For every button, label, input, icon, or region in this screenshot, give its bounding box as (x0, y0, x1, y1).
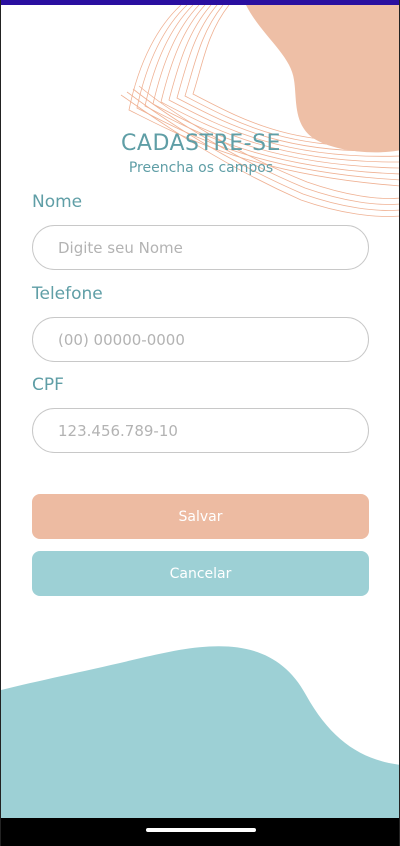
home-indicator[interactable] (146, 828, 256, 832)
page-subtitle: Preencha os campos (128, 160, 274, 176)
save-button[interactable]: Salvar (32, 494, 369, 539)
cpf-input[interactable] (32, 408, 369, 453)
header: CADASTRE-SE Preencha os campos (1, 130, 399, 177)
name-label: Nome (32, 192, 83, 212)
signup-screen: CADASTRE-SE Preencha os campos Nome Tele… (0, 0, 400, 846)
phone-input[interactable] (32, 317, 369, 362)
navigation-bar (1, 818, 399, 846)
decorative-bottom-wave (1, 646, 399, 820)
cpf-label: CPF (32, 375, 64, 395)
phone-label: Telefone (32, 284, 103, 304)
status-bar (1, 0, 399, 5)
name-input[interactable] (32, 225, 369, 270)
page-title: CADASTRE-SE (121, 131, 281, 156)
cancel-button[interactable]: Cancelar (32, 551, 369, 596)
